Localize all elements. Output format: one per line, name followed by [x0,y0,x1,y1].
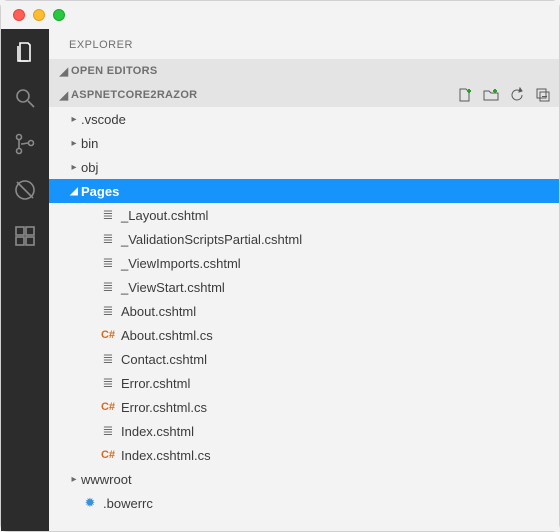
tree-item-label: Index.cshtml.cs [121,448,211,463]
tree-item-label: obj [81,160,98,175]
csharp-icon: C# [99,401,117,413]
tree-item-label: wwwroot [81,472,132,487]
project-section[interactable]: ◢ ASPNETCORE2RAZOR [49,83,559,107]
csharp-icon: C# [99,329,117,341]
file-icon: ≣ [99,375,117,391]
file-row[interactable]: ≣ _ViewImports.cshtml [49,251,559,275]
file-row[interactable]: ≣ _ViewStart.cshtml [49,275,559,299]
window-titlebar [1,1,559,29]
file-row[interactable]: C# Error.cshtml.cs [49,395,559,419]
file-row[interactable]: C# About.cshtml.cs [49,323,559,347]
file-tree: ▸.vscode▸bin▸obj◢Pages≣_Layout.cshtml≣_V… [49,107,559,515]
chevron-down-icon: ◢ [57,65,71,78]
folder-row[interactable]: ▸obj [49,155,559,179]
file-icon: ≣ [99,279,117,295]
csharp-icon: C# [99,449,117,461]
file-icon: ≣ [99,303,117,319]
explorer-icon[interactable] [12,39,38,65]
tree-item-label: Index.cshtml [121,424,194,439]
source-control-icon[interactable] [12,131,38,157]
tree-item-label: Error.cshtml [121,376,190,391]
search-icon[interactable] [12,85,38,111]
section-label: ASPNETCORE2RAZOR [71,89,197,101]
file-row[interactable]: ≣ _ValidationScriptsPartial.cshtml [49,227,559,251]
file-icon: ≣ [99,207,117,223]
explorer-sidebar: EXPLORER ◢ OPEN EDITORS ◢ ASPNETCORE2RAZ… [49,29,559,531]
new-file-icon[interactable] [457,87,473,103]
file-icon: ≣ [99,255,117,271]
file-icon: ≣ [99,231,117,247]
file-row[interactable]: ≣ _Layout.cshtml [49,203,559,227]
tree-item-label: Pages [81,184,119,199]
chevron-right-icon: ▸ [67,162,81,173]
folder-row[interactable]: ▸bin [49,131,559,155]
tree-item-label: bin [81,136,98,151]
tree-item-label: _ViewStart.cshtml [121,280,225,295]
debug-icon[interactable] [12,177,38,203]
extensions-icon[interactable] [12,223,38,249]
collapse-all-icon[interactable] [535,87,551,103]
folder-row[interactable]: ▸.vscode [49,107,559,131]
file-icon: ≣ [99,423,117,439]
file-icon: ≣ [99,351,117,367]
tree-item-label: _ValidationScriptsPartial.cshtml [121,232,302,247]
file-row[interactable]: ✹ .bowerrc [49,491,559,515]
file-row[interactable]: C# Index.cshtml.cs [49,443,559,467]
tree-item-label: .bowerrc [103,496,153,511]
file-row[interactable]: ≣ About.cshtml [49,299,559,323]
window-maximize-button[interactable] [53,9,65,21]
open-editors-section[interactable]: ◢ OPEN EDITORS [49,59,559,83]
sidebar-title: EXPLORER [49,29,559,59]
chevron-right-icon: ▸ [67,138,81,149]
chevron-right-icon: ▸ [67,474,81,485]
bower-icon: ✹ [81,495,99,511]
folder-row[interactable]: ▸wwwroot [49,467,559,491]
window-close-button[interactable] [13,9,25,21]
tree-item-label: .vscode [81,112,126,127]
chevron-down-icon: ◢ [57,89,71,102]
tree-item-label: Contact.cshtml [121,352,207,367]
new-folder-icon[interactable] [483,87,499,103]
tree-item-label: About.cshtml.cs [121,328,213,343]
tree-item-label: Error.cshtml.cs [121,400,207,415]
tree-item-label: _Layout.cshtml [121,208,208,223]
chevron-down-icon: ◢ [67,186,81,197]
activity-bar [1,29,49,531]
file-row[interactable]: ≣ Index.cshtml [49,419,559,443]
window-minimize-button[interactable] [33,9,45,21]
folder-row[interactable]: ◢Pages [49,179,559,203]
tree-item-label: About.cshtml [121,304,196,319]
refresh-icon[interactable] [509,87,525,103]
tree-item-label: _ViewImports.cshtml [121,256,241,271]
file-row[interactable]: ≣ Contact.cshtml [49,347,559,371]
chevron-right-icon: ▸ [67,114,81,125]
file-row[interactable]: ≣ Error.cshtml [49,371,559,395]
section-label: OPEN EDITORS [71,65,158,77]
